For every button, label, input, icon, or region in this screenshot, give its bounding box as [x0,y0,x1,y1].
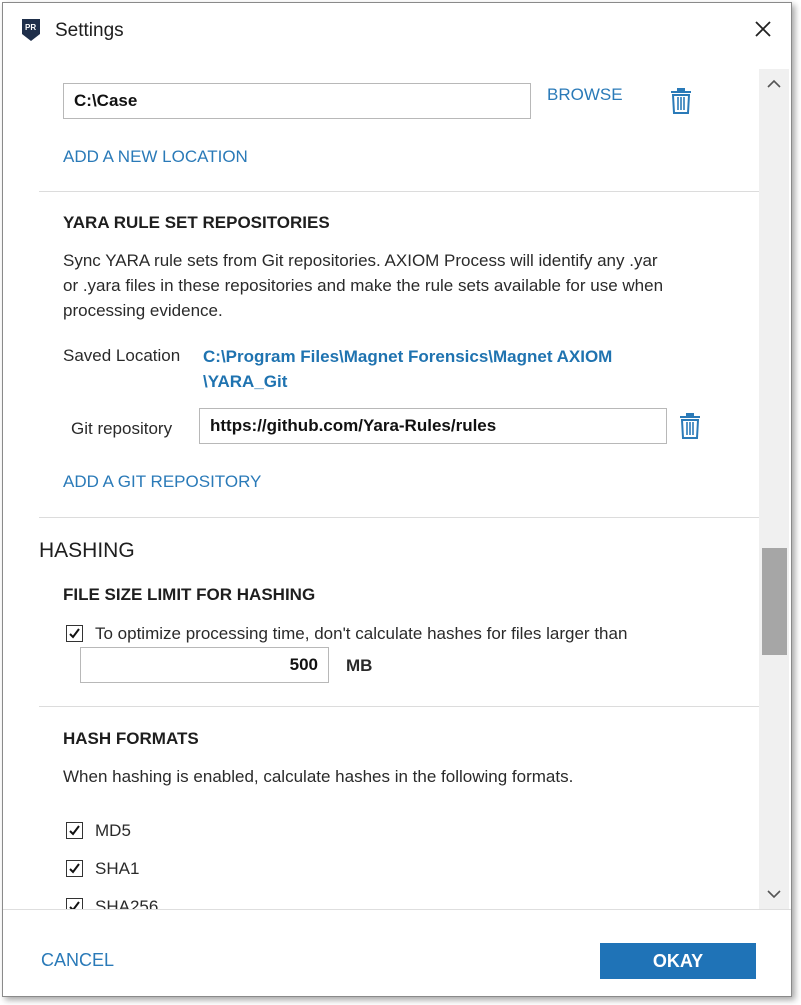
chevron-down-icon[interactable] [765,887,783,901]
saved-location-path-line-2[interactable]: \YARA_Git [203,369,287,394]
settings-dialog: PR Settings C:\Case BROWSE ADD A NEW LOC… [2,2,792,997]
case-location-input[interactable]: C:\Case [63,83,531,119]
scrollbar-thumb[interactable] [762,548,787,655]
chevron-up-icon[interactable] [765,77,783,91]
sha1-checkbox[interactable] [66,860,83,877]
okay-button[interactable]: OKAY [600,943,756,979]
saved-location-label: Saved Location [63,346,181,365]
size-limit-checkbox[interactable] [66,625,83,642]
yara-description-line-2: or .yara files in these repositories and… [63,276,664,295]
cancel-button[interactable]: CANCEL [41,950,114,971]
vertical-scrollbar[interactable] [759,69,789,909]
trash-icon[interactable] [679,413,701,439]
yara-description-line-3: processing evidence. [63,301,223,320]
size-limit-input[interactable]: 500 [80,647,329,683]
size-unit-label: MB [346,656,373,675]
checkmark-icon [69,901,80,909]
sha256-checkbox[interactable] [66,898,83,909]
axiom-process-app-icon: PR [22,19,40,41]
trash-icon[interactable] [670,88,692,114]
window-title: Settings [55,20,124,41]
title-bar: PR Settings [3,3,791,57]
md5-label: MD5 [95,821,131,840]
git-repository-input[interactable]: https://github.com/Yara-Rules/rules [199,408,667,444]
md5-checkbox[interactable] [66,822,83,839]
saved-location-path-line-1[interactable]: C:\Program Files\Magnet Forensics\Magnet… [203,344,612,369]
checkmark-icon [69,863,80,874]
hash-formats-heading: HASH FORMATS [63,729,199,748]
divider [39,191,759,192]
add-new-location-link[interactable]: ADD A NEW LOCATION [63,147,248,167]
sha1-label: SHA1 [95,859,140,878]
browse-button[interactable]: BROWSE [547,85,623,105]
close-icon[interactable] [751,17,775,41]
settings-content: C:\Case BROWSE ADD A NEW LOCATION YARA R… [3,57,759,909]
checkmark-icon [69,628,80,639]
checkmark-icon [69,825,80,836]
divider [39,706,759,707]
size-limit-checkbox-label: To optimize processing time, don't calcu… [95,624,628,643]
file-size-limit-heading: FILE SIZE LIMIT FOR HASHING [63,585,316,604]
yara-heading: YARA RULE SET REPOSITORIES [63,213,330,232]
add-git-repository-link[interactable]: ADD A GIT REPOSITORY [63,472,261,492]
sha256-label: SHA256 [95,897,159,909]
hashing-section-title: HASHING [39,539,135,562]
dialog-footer: CANCEL OKAY [3,909,791,996]
hash-formats-description: When hashing is enabled, calculate hashe… [63,767,574,786]
git-repository-label: Git repository [71,419,173,438]
divider [39,517,759,518]
svg-text:PR: PR [25,23,36,32]
yara-description-line-1: Sync YARA rule sets from Git repositorie… [63,251,658,270]
